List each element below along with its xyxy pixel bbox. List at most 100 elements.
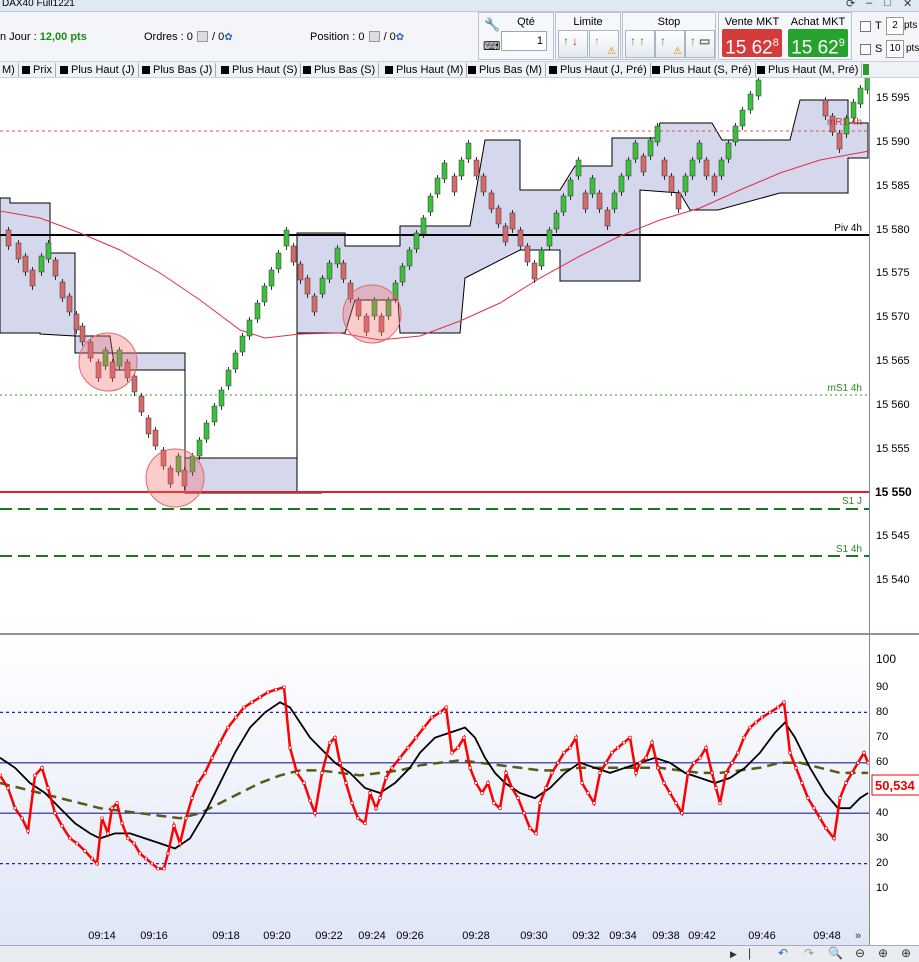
osc-point [468, 766, 472, 770]
limit-buy-button[interactable]: ↑ ↓ [558, 30, 588, 58]
osc-tick: 30 [876, 832, 888, 844]
maximize-icon[interactable]: □ [884, 0, 891, 9]
renko-brick [22, 255, 29, 273]
time-tick: 09:20 [263, 930, 291, 942]
scroll-right-icon[interactable]: » [855, 930, 861, 942]
zoom-in-icon[interactable]: ⊕ [878, 946, 888, 960]
stop-warning-button[interactable]: ↑ ⚠ [655, 30, 685, 58]
osc-point [474, 781, 478, 785]
stop-alt-button[interactable]: ↑ ▭ [685, 30, 715, 58]
indicator-tag[interactable]: Plus Haut (M, Pré) [754, 63, 863, 77]
osc-point [604, 761, 608, 765]
price-tick: 15 560 [876, 399, 910, 411]
buy-market-button[interactable]: 15 629 [788, 29, 848, 58]
osc-point [356, 816, 360, 820]
price-tick: 15 555 [876, 443, 910, 455]
renko-brick [502, 225, 509, 243]
price-ticks: 15 595 15 590 15 585 15 580 15 575 15 57… [876, 92, 910, 586]
osc-point [6, 786, 10, 790]
sell-market-button[interactable]: 15 628 [722, 29, 782, 59]
osc-point [368, 791, 372, 795]
indicator-tag[interactable]: Prix [19, 63, 56, 77]
zoom-icon[interactable]: 🔍 [828, 946, 843, 960]
price-chart[interactable]: mR1 4h Piv 4h mS1 4h S1 J S1 4h [0, 71, 871, 634]
indicator-tag[interactable]: Plus Bas (S) [300, 63, 380, 77]
time-axis[interactable]: 09:14 09:16 09:18 09:20 09:22 09:24 09:2… [0, 927, 869, 945]
close-icon[interactable]: ✕ [903, 0, 912, 10]
osc-point [203, 771, 207, 775]
minimize-icon[interactable]: – [866, 0, 872, 9]
stop-up-button[interactable]: ↑ ↑ [625, 30, 655, 58]
oscillator-chart[interactable] [0, 635, 870, 945]
renko-brick [654, 125, 661, 143]
osc-point [320, 771, 324, 775]
sell-price-sup: 8 [772, 37, 779, 49]
t-unit: pts [904, 20, 918, 31]
renko-brick [283, 229, 290, 247]
s-checkbox[interactable] [860, 44, 871, 55]
osc-point [788, 751, 792, 755]
osc-current-value: 50,534 [875, 778, 916, 793]
renko-brick [465, 142, 472, 160]
osc-point [650, 741, 654, 745]
osc-point [760, 715, 764, 720]
t-checkbox[interactable] [860, 21, 871, 32]
time-tick: 09:26 [396, 930, 424, 942]
renko-brick [399, 265, 406, 283]
indicator-tag[interactable]: Plus Haut (J, Pré) [546, 63, 651, 77]
orders-grid-icon[interactable] [196, 31, 208, 42]
renko-brick [480, 175, 487, 193]
renko-brick [79, 325, 86, 343]
orders-value: 0 [186, 31, 193, 43]
indicator-tag[interactable]: M) [0, 63, 19, 77]
zoom-reset-icon[interactable]: ⊕ [901, 946, 911, 960]
scroll-right-arrow-icon[interactable]: ▶ [730, 949, 737, 960]
undo-icon[interactable]: ↶ [778, 946, 788, 960]
renko-brick [582, 192, 589, 210]
indicator-tag[interactable]: Plus Haut (S, Pré) [649, 63, 756, 77]
osc-point [556, 761, 560, 765]
renko-brick [689, 159, 696, 177]
limit-warning-button[interactable]: ↑ ⚠ [589, 30, 619, 58]
t-value-input[interactable]: 2 [886, 17, 904, 35]
keypad-icon[interactable]: ⌨ [483, 39, 500, 53]
osc-point [308, 799, 312, 803]
osc-point [592, 801, 596, 805]
indicator-tag[interactable]: Plus Haut (M) [382, 63, 468, 77]
highlight-circle [342, 284, 402, 344]
bottom-scrollbar[interactable]: ▶ | ↶ ↷ 🔍 ⊖ ⊕ ⊕ [0, 945, 919, 962]
orders-gear-icon[interactable]: ✿ [224, 32, 232, 43]
position-gear-icon[interactable]: ✿ [396, 32, 404, 43]
renko-brick [632, 142, 639, 160]
renko-brick [822, 99, 829, 117]
renko-brick [246, 319, 253, 337]
oscillator-axis[interactable]: 100 90 80 70 60 40 30 20 10 50,534 [869, 635, 919, 945]
indicator-overflow[interactable] [863, 64, 869, 75]
osc-point [844, 781, 848, 785]
osc-point [344, 781, 348, 785]
indicator-tag[interactable]: Plus Haut (J) [57, 63, 139, 77]
osc-point [710, 771, 714, 775]
s-value-input[interactable]: 10 [886, 40, 904, 58]
price-axis[interactable]: 15 595 15 590 15 585 15 580 15 575 15 57… [869, 78, 919, 634]
osc-point [586, 791, 590, 795]
renko-brick [427, 195, 434, 213]
indicator-tag[interactable]: Plus Haut (S) [218, 63, 302, 77]
position-grid-icon[interactable] [368, 31, 380, 42]
osc-point [46, 786, 50, 790]
osc-point [450, 751, 454, 755]
renko-brick [145, 417, 152, 435]
sell-label: Vente MKT [724, 16, 780, 28]
indicator-tag[interactable]: Plus Bas (M) [465, 63, 546, 77]
osc-point [430, 715, 434, 720]
qty-input[interactable]: 1 [501, 31, 547, 51]
osc-point [504, 771, 508, 775]
sell-price: 15 62 [725, 37, 773, 59]
indicator-tag[interactable]: Plus Bas (J) [139, 63, 217, 77]
zoom-out-icon[interactable]: ⊖ [855, 946, 865, 960]
redo-icon[interactable]: ↷ [804, 946, 814, 960]
osc-tick: 90 [876, 681, 888, 693]
osc-point [492, 801, 496, 805]
price-axis-svg: 15 595 15 590 15 585 15 580 15 575 15 57… [875, 92, 912, 586]
renko-brick [596, 192, 603, 210]
